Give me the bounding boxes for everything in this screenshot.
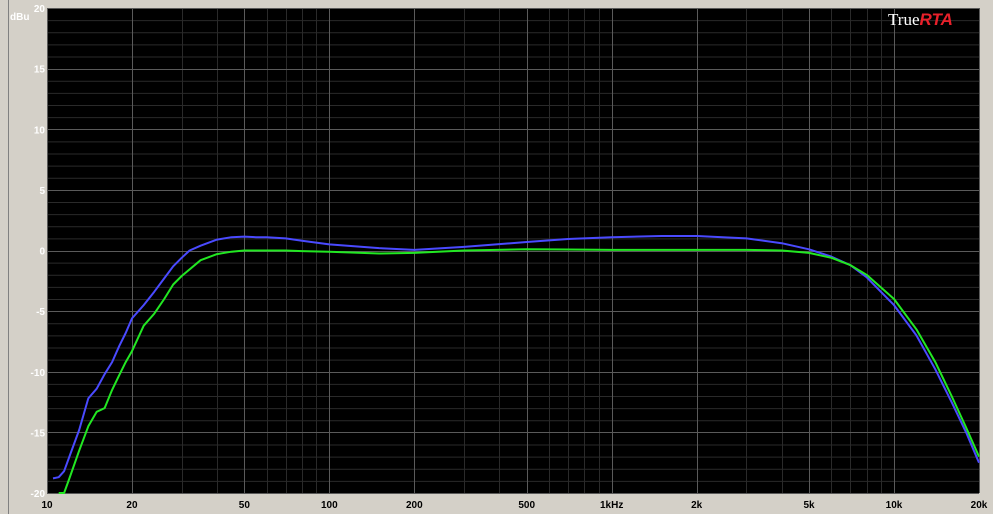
y-tick-label: 20 xyxy=(34,4,46,15)
x-tick-label: 2k xyxy=(691,500,703,511)
rta-window: 20 15 10 5 0 -5 -10 -15 -20 10 20 50 100 200 500 1kHz 2… xyxy=(0,0,993,514)
x-tick-label: 500 xyxy=(518,500,535,511)
x-tick-label: 10 xyxy=(41,500,53,511)
app-logo-true: TrueRTA xyxy=(888,10,953,29)
y-tick-label: -10 xyxy=(31,368,46,379)
y-tick-label: 0 xyxy=(39,247,45,258)
x-tick-label: 20 xyxy=(126,500,138,511)
y-tick-label: 5 xyxy=(39,186,45,197)
x-tick-label: 20k xyxy=(971,500,988,511)
x-tick-label: 10k xyxy=(886,500,903,511)
y-tick-label: -5 xyxy=(36,307,45,318)
frequency-response-chart: 20151050-5-10-15-20 10 20 50 100 200 500 1kHz 2… xyxy=(9,0,993,514)
x-tick-label: 5k xyxy=(803,500,815,511)
x-tick-label: 200 xyxy=(406,500,423,511)
logo-part-true: True xyxy=(888,10,920,29)
x-tick-label: 50 xyxy=(239,500,251,511)
x-tick-label: 1kHz xyxy=(600,500,623,511)
y-tick-label: -15 xyxy=(31,428,46,439)
logo-part-rta: RTA xyxy=(920,10,953,29)
y-axis-unit-label: dBu xyxy=(10,12,29,23)
x-tick-label: 100 xyxy=(321,500,338,511)
y-tick-label: 15 xyxy=(34,65,46,76)
y-tick-label: -20 xyxy=(31,489,46,500)
y-tick-label: 10 xyxy=(34,125,46,136)
